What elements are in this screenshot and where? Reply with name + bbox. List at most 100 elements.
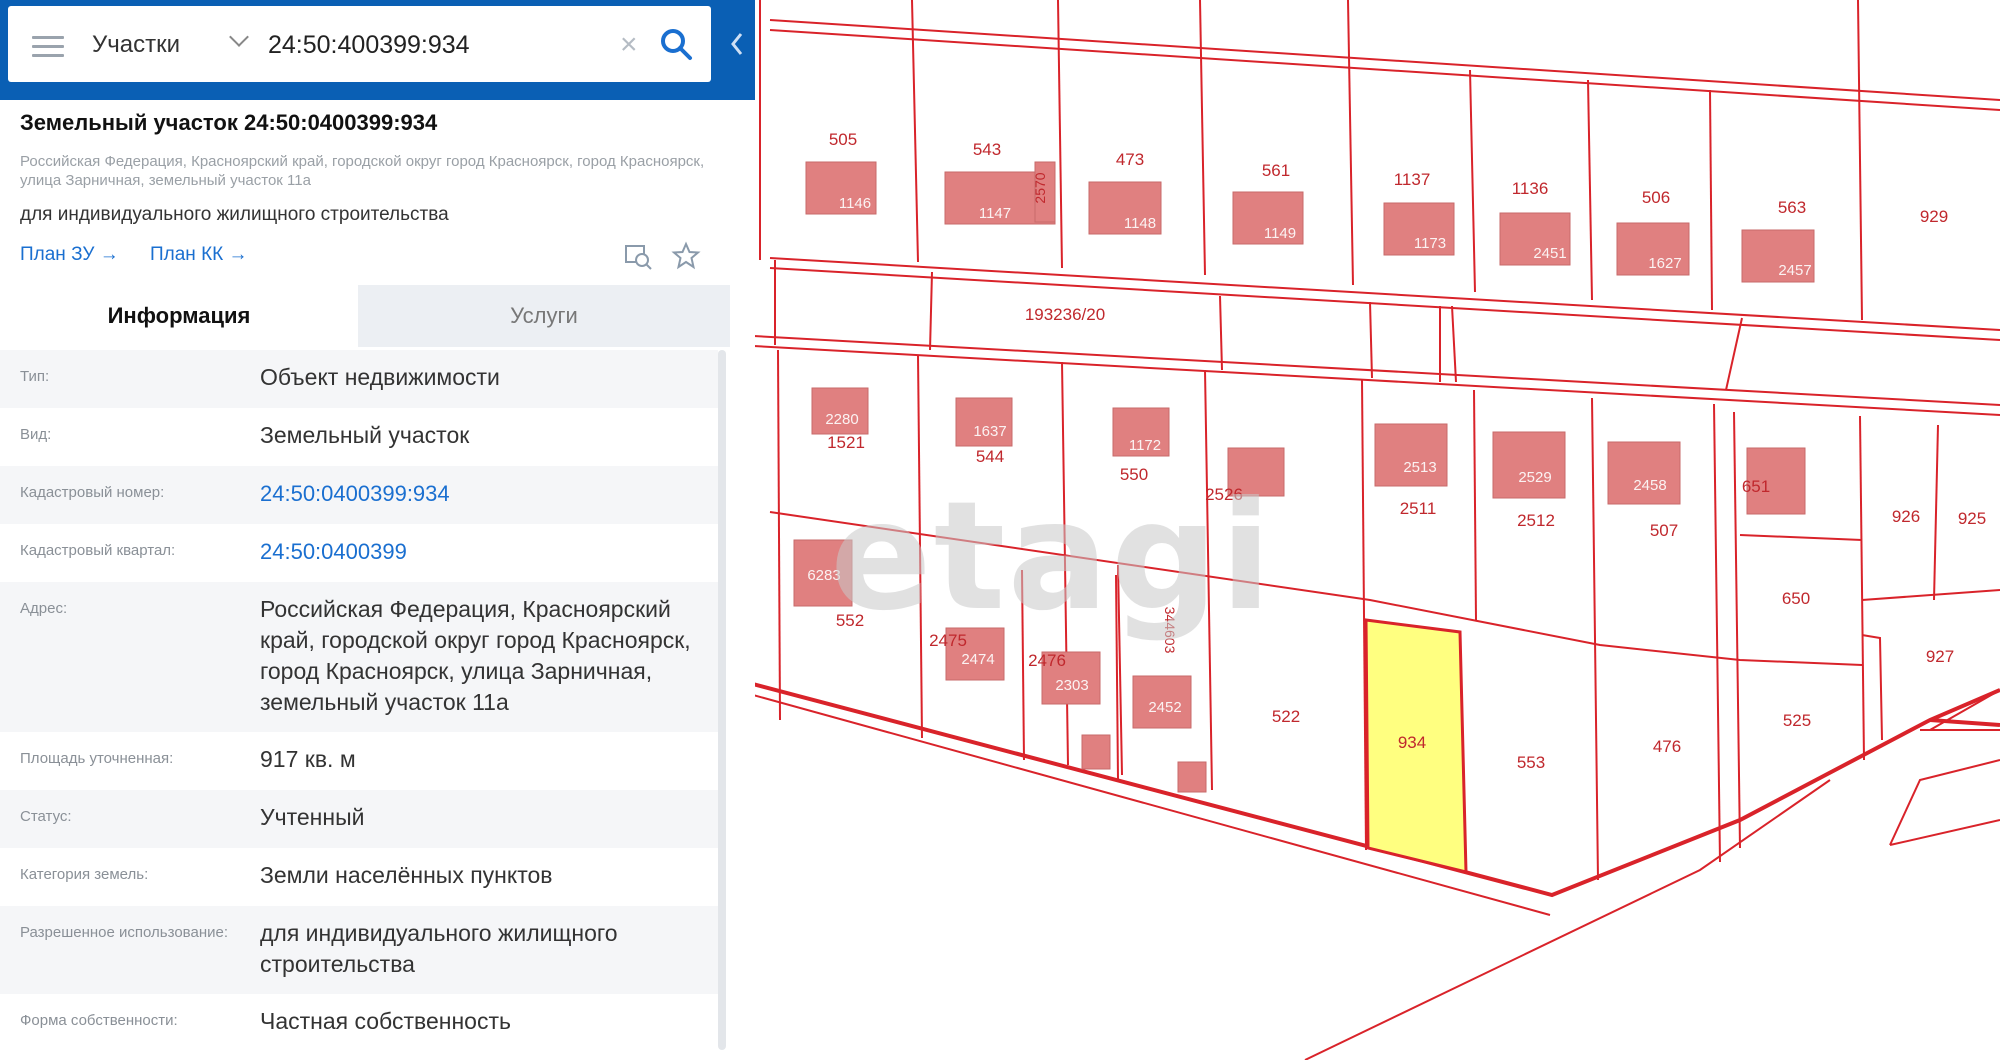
parcel-label: 543 <box>973 140 1001 159</box>
parcel-label: 563 <box>1778 198 1806 217</box>
cadastral-number-link[interactable]: 24:50:0400399:934 <box>260 478 700 509</box>
building-label: 2451 <box>1533 245 1566 262</box>
details-row: Адрес: Российская Федерация, Красноярски… <box>0 582 718 732</box>
road-boundary <box>929 271 933 351</box>
parcel-label: 925 <box>1958 509 1986 528</box>
cadastral-quarter-link[interactable]: 24:50:0400399 <box>260 536 700 567</box>
details-table: Тип: Объект недвижимости Вид: Земельный … <box>0 350 718 1052</box>
tab-services[interactable]: Услуги <box>358 285 730 347</box>
plan-zu-link[interactable]: План ЗУ → <box>20 244 119 266</box>
details-row: Тип: Объект недвижимости <box>0 350 718 408</box>
building-label: 1173 <box>1414 235 1446 252</box>
parcel-boundary <box>1861 634 1883 741</box>
parcel-label: 2512 <box>1517 511 1555 530</box>
parcel-address-short: Российская Федерация, Красноярский край,… <box>20 153 705 189</box>
tab-info[interactable]: Информация <box>0 285 358 347</box>
parcel-label: 650 <box>1782 589 1810 608</box>
plan-kk-link[interactable]: План КК → <box>150 244 248 266</box>
search-input[interactable] <box>266 24 610 66</box>
road-boundary <box>734 334 2000 406</box>
road-boundary <box>1725 317 1743 391</box>
parcel-boundary <box>1733 411 1741 849</box>
parcel-label: 553 <box>1517 753 1545 772</box>
building[interactable] <box>1177 761 1207 793</box>
parcel-title: Земельный участок 24:50:0400399:934 <box>20 110 438 135</box>
building[interactable] <box>1492 431 1566 499</box>
parcel-label: 506 <box>1642 188 1670 207</box>
parcel-boundary <box>917 354 923 739</box>
parcel-boundary <box>1473 389 1477 621</box>
parcel-label: 476 <box>1653 737 1681 756</box>
building-label: 1637 <box>973 423 1006 440</box>
building-label: 344603 <box>1162 607 1178 654</box>
details-value: 917 кв. м <box>260 746 356 772</box>
details-label: Вид: <box>20 426 52 443</box>
details-value: Земли населённых пунктов <box>260 862 553 888</box>
menu-icon[interactable] <box>32 36 64 58</box>
building[interactable] <box>1374 423 1448 487</box>
parcel-label: 2526 <box>1205 485 1243 504</box>
details-value: Объект недвижимости <box>260 364 500 390</box>
zoom-to-object-icon[interactable] <box>622 240 654 272</box>
parcel-label: 522 <box>1272 707 1300 726</box>
parcel-label: 505 <box>829 130 857 149</box>
building-label: 1627 <box>1648 255 1681 272</box>
parcel-boundary <box>1347 0 1354 286</box>
details-label: Адрес: <box>20 600 68 617</box>
parcel-boundary <box>1857 0 1863 321</box>
parcel-label: 525 <box>1783 711 1811 730</box>
parcel-label: 926 <box>1892 507 1920 526</box>
parcel-label: 651 <box>1742 477 1770 496</box>
parcel-boundary <box>1591 397 1599 881</box>
parcel-label: 929 <box>1920 207 1948 226</box>
details-label: Разрешенное использование: <box>20 924 228 941</box>
parcel-boundary <box>1709 89 1713 311</box>
details-value: для индивидуального жилищного строительс… <box>260 920 618 977</box>
building-label: 1146 <box>839 195 871 212</box>
search-box: Участки × <box>8 6 711 82</box>
close-icon[interactable]: × <box>620 28 638 62</box>
details-value: Учтенный <box>260 804 365 830</box>
details-label: Площадь уточненная: <box>20 750 174 767</box>
parcel-boundary <box>1361 379 1367 851</box>
parcel-boundary <box>1739 534 1863 541</box>
details-label: Форма собственности: <box>20 1012 178 1029</box>
chevron-left-icon[interactable] <box>725 26 749 62</box>
details-label: Кадастровый номер: <box>20 484 165 501</box>
details-row: Площадь уточненная: 917 кв. м <box>0 732 718 790</box>
building-label: 2474 <box>961 651 994 668</box>
parcel-boundary <box>1933 424 1939 601</box>
panel-scrollbar[interactable] <box>718 350 726 1050</box>
parcel-label: 193236/20 <box>1025 305 1105 324</box>
parcel-label: 550 <box>1120 465 1148 484</box>
parcel-label: 544 <box>976 447 1004 466</box>
building-label: 1149 <box>1264 225 1296 242</box>
building-label: 2280 <box>825 411 858 428</box>
details-value: Земельный участок <box>260 422 470 448</box>
parcel-label: 552 <box>836 611 864 630</box>
star-icon[interactable] <box>670 240 702 272</box>
building[interactable] <box>1607 441 1681 505</box>
building-label: 2570 <box>1032 172 1048 203</box>
road-boundary <box>1219 295 1223 371</box>
building-label: 6283 <box>807 567 840 584</box>
search-icon[interactable] <box>658 26 694 62</box>
building-label: 1172 <box>1129 437 1161 454</box>
road-boundary <box>1369 301 1373 379</box>
parcel-boundary <box>1859 415 1865 761</box>
building-label: 2529 <box>1518 469 1551 486</box>
building-label: 2303 <box>1055 677 1088 694</box>
building[interactable] <box>1081 734 1111 770</box>
building-label: 1148 <box>1124 215 1156 232</box>
parcel-label: 2476 <box>1028 651 1066 670</box>
details-row: Разрешенное использование: для индивидуа… <box>0 906 718 994</box>
parcel-purpose: для индивидуального жилищного строительс… <box>20 204 449 225</box>
details-label: Категория земель: <box>20 866 149 883</box>
details-label: Кадастровый квартал: <box>20 542 176 559</box>
building-label: 2457 <box>1778 262 1811 279</box>
details-value: Российская Федерация, Красноярский край,… <box>260 596 691 715</box>
parcel-boundary <box>777 349 781 721</box>
details-value: Частная собственность <box>260 1008 511 1034</box>
parcel-label: 927 <box>1926 647 1954 666</box>
road-boundary <box>1451 305 1457 383</box>
